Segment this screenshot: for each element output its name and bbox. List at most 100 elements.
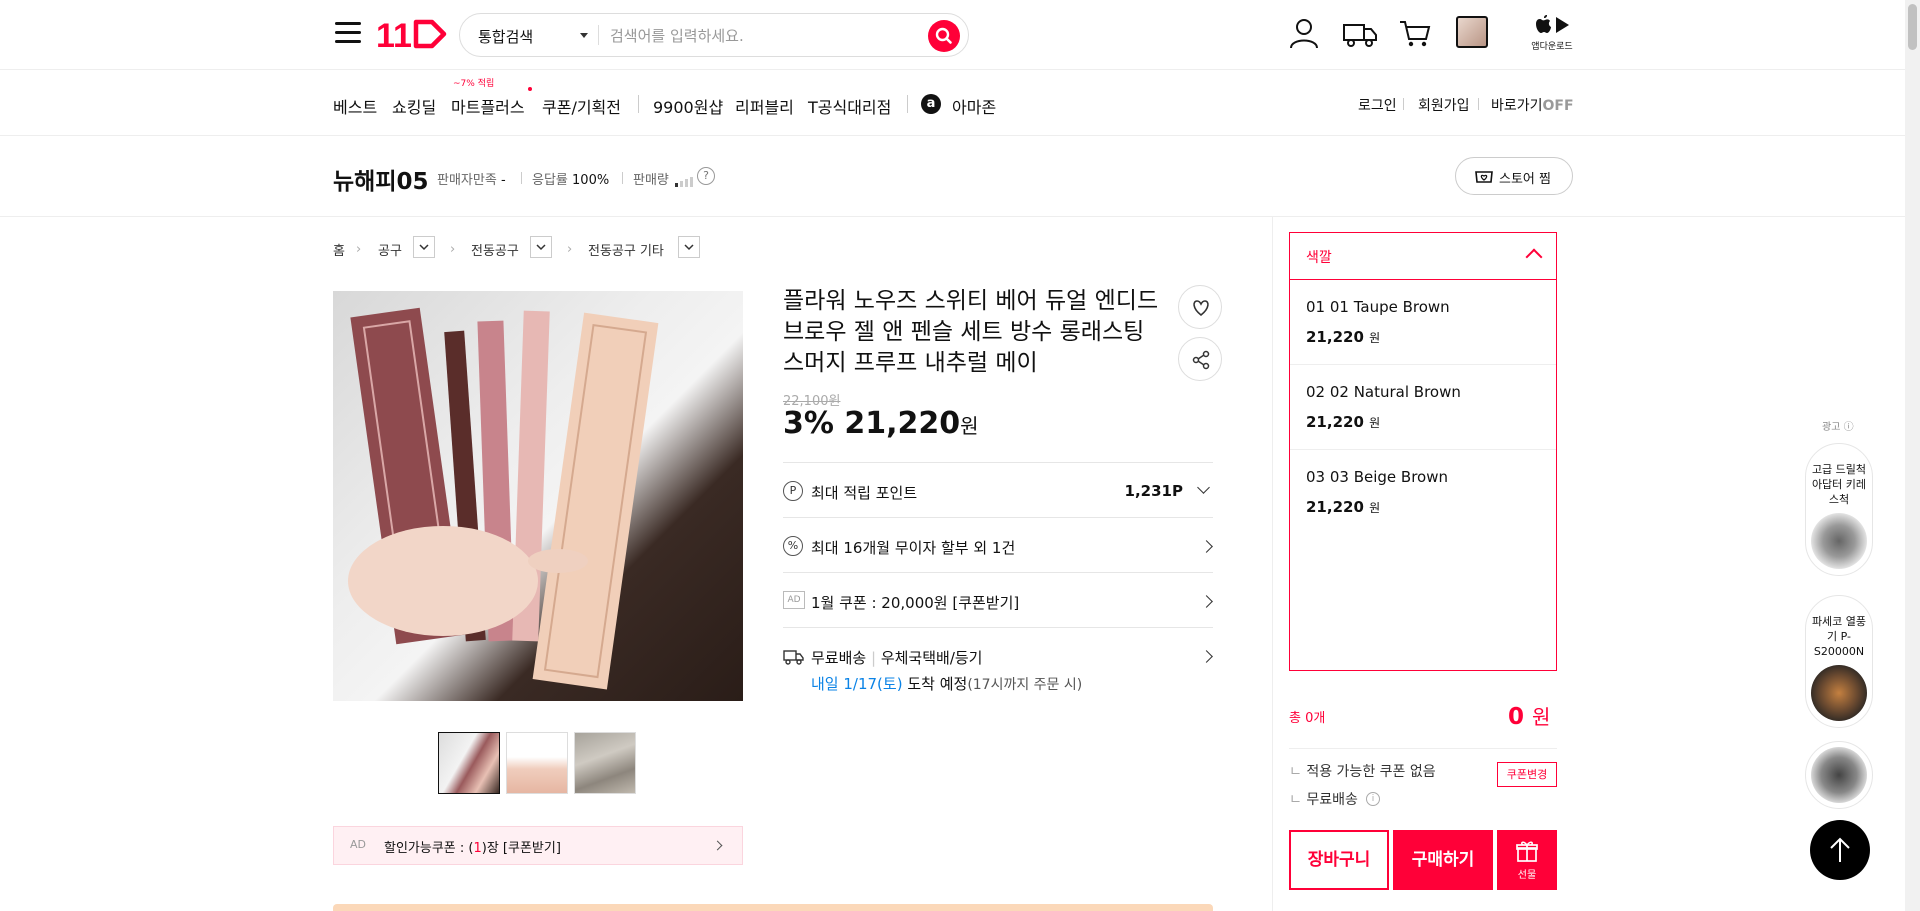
amazon-icon: a xyxy=(921,94,941,114)
gift-label: 선물 xyxy=(1517,870,1537,881)
shortcut-toggle[interactable]: 바로가기OFF xyxy=(1491,95,1574,115)
percent-icon: % xyxy=(783,536,803,556)
promo-banner-edge xyxy=(333,904,1213,911)
nav-item-shocking-deal[interactable]: 쇼킹딜 xyxy=(392,94,436,118)
brand-logo[interactable]: 11 xyxy=(376,16,448,55)
coupon-bar-suffix: )장 [쿠폰받기] xyxy=(481,841,561,856)
store-follow-label: 스토어 찜 xyxy=(1499,172,1551,187)
nav-item-coupon[interactable]: 쿠폰/기획전 xyxy=(542,94,621,118)
breadcrumb-home[interactable]: 홈 xyxy=(333,240,345,259)
breadcrumb-other[interactable]: 전동공구 기타 xyxy=(588,240,664,259)
option-name: 01 01 Taupe Brown xyxy=(1306,298,1450,316)
seller-name[interactable]: 뉴해피05 xyxy=(333,162,429,196)
option-item[interactable]: 03 03 Beige Brown 21,220 원 xyxy=(1290,450,1556,535)
delivery-truck-icon[interactable] xyxy=(1342,16,1378,50)
coupon-download-bar[interactable]: AD 할인가능쿠폰 : (1)장 [쿠폰받기] xyxy=(333,826,743,865)
scroll-top-button[interactable] xyxy=(1810,820,1870,880)
add-to-cart-button[interactable]: 장바구니 xyxy=(1289,830,1389,890)
nav-item-best[interactable]: 베스트 xyxy=(333,94,377,118)
meta-divider xyxy=(622,172,623,184)
option-name: 03 03 Beige Brown xyxy=(1306,468,1448,486)
monthly-coupon-row[interactable]: AD 1월 쿠폰 : 20,000원 [쿠폰받기] xyxy=(783,572,1213,627)
product-title: 플라워 노우즈 스위티 베어 듀얼 엔디드 브로우 젤 앤 펜슬 세트 방수 롱… xyxy=(783,288,1159,376)
column-divider xyxy=(1272,217,1273,911)
product-thumbnail[interactable] xyxy=(438,732,500,794)
login-link[interactable]: 로그인 xyxy=(1358,95,1397,115)
nav-item-t-agency[interactable]: T공식대리점 xyxy=(808,94,891,118)
coupon-count: 1 xyxy=(473,841,482,856)
breadcrumb-tools[interactable]: 공구 xyxy=(378,240,402,259)
info-icon[interactable]: i xyxy=(1366,792,1380,806)
chevron-right-icon: › xyxy=(356,242,362,257)
arrival-estimate: 내일 1/17(토) 도착 예정(17시까지 주문 시) xyxy=(811,673,1082,694)
app-download-button[interactable]: 앱다운로드 xyxy=(1530,14,1574,54)
nav-item-mart-plus[interactable]: 마트플러스 xyxy=(451,94,525,118)
shipping-row[interactable]: 무료배송 | 우체국택배/등기 내일 1/17(토) 도착 예정(17시까지 주… xyxy=(783,627,1213,707)
buy-now-button[interactable]: 구매하기 xyxy=(1393,830,1493,890)
search-button[interactable] xyxy=(928,20,960,52)
chevron-down-icon[interactable] xyxy=(580,33,588,38)
side-ad-image xyxy=(1811,665,1867,721)
breadcrumb-dropdown[interactable] xyxy=(413,236,435,258)
search-category-select[interactable]: 통합검색 xyxy=(478,26,533,47)
scrollbar-thumb[interactable] xyxy=(1908,4,1917,50)
seller-satisfaction: 판매자만족 - xyxy=(437,169,506,188)
product-thumbnail[interactable] xyxy=(574,732,636,794)
side-ad-image xyxy=(1811,747,1867,803)
nav-divider xyxy=(638,95,639,113)
ad-tag: AD xyxy=(783,591,805,609)
response-label: 응답률 xyxy=(532,173,568,188)
installment-row[interactable]: % 최대 16개월 무이자 할부 외 1건 xyxy=(783,517,1213,572)
product-main-image[interactable] xyxy=(333,291,743,701)
shortcut-label: 바로가기 xyxy=(1491,98,1543,114)
sales-label: 판매량 xyxy=(633,173,669,188)
wishlist-button[interactable] xyxy=(1178,285,1222,329)
store-follow-button[interactable]: 스토어 찜 xyxy=(1455,157,1573,195)
option-name: 02 02 Natural Brown xyxy=(1306,383,1461,401)
chevron-down-icon xyxy=(536,244,546,251)
category-nav: 베스트 쇼킹딜 마트플러스 ~7% 적립 쿠폰/기획전 9900원샵 리퍼블리 … xyxy=(0,70,1920,136)
logo-text: 11 xyxy=(376,17,412,52)
apple-play-icon xyxy=(1536,15,1569,33)
side-ad-card[interactable] xyxy=(1805,741,1873,809)
gift-icon xyxy=(1516,841,1538,862)
gift-button[interactable]: 선물 xyxy=(1497,830,1557,890)
share-button[interactable] xyxy=(1178,337,1222,381)
breadcrumb-dropdown[interactable] xyxy=(678,236,700,258)
discount-rate: 3% xyxy=(783,406,834,441)
search-bar: 통합검색 xyxy=(459,13,969,57)
truck-icon xyxy=(783,650,804,665)
nav-item-amazon[interactable]: 아마존 xyxy=(952,94,996,118)
sale-price: 21,220 xyxy=(844,406,961,441)
coupon-bar-prefix: 할인가능쿠폰 : ( xyxy=(384,841,474,856)
shipping-label: 무료배송 | 우체국택배/등기 xyxy=(811,649,983,667)
user-icon[interactable] xyxy=(1287,16,1321,50)
total-count: 총 0개 xyxy=(1289,711,1326,726)
breadcrumb-power-tools[interactable]: 전동공구 xyxy=(471,240,519,259)
arrival-text: 도착 예정 xyxy=(907,675,968,693)
side-ad-card[interactable]: 파세코 열풍기 P-S20000N xyxy=(1805,595,1873,728)
satisfaction-value: - xyxy=(500,173,506,188)
search-input[interactable] xyxy=(610,24,910,48)
option-item[interactable]: 01 01 Taupe Brown 21,220 원 xyxy=(1290,280,1556,365)
option-select-header[interactable]: 색깔 xyxy=(1290,233,1556,280)
nav-item-refurbly[interactable]: 리퍼블리 xyxy=(735,94,794,118)
product-thumbnail[interactable] xyxy=(506,732,568,794)
menu-icon[interactable] xyxy=(335,20,361,44)
nav-item-9900[interactable]: 9900원샵 xyxy=(653,94,723,118)
scrollbar[interactable] xyxy=(1905,0,1920,911)
cart-icon[interactable] xyxy=(1398,16,1432,50)
help-icon[interactable]: ? xyxy=(697,167,715,185)
side-ad-text: 고급 드릴척 아답터 키레스척 xyxy=(1811,463,1867,506)
option-item[interactable]: 02 02 Natural Brown 21,220 원 xyxy=(1290,365,1556,450)
breadcrumb-dropdown[interactable] xyxy=(530,236,552,258)
side-ad-card[interactable]: 고급 드릴척 아답터 키레스척 xyxy=(1805,443,1873,576)
mart-plus-badge: ~7% 적립 xyxy=(453,79,495,89)
side-ad-text: 파세코 열풍기 P-S20000N xyxy=(1811,615,1867,658)
chevron-up-icon xyxy=(1525,248,1543,266)
signup-link[interactable]: 회원가입 xyxy=(1418,95,1470,115)
coupon-change-button[interactable]: 쿠폰변경 xyxy=(1497,762,1557,787)
points-row[interactable]: P 최대 적립 포인트 1,231P xyxy=(783,462,1213,517)
option-panel: 색깔 01 01 Taupe Brown 21,220 원 02 02 Natu… xyxy=(1289,232,1557,671)
recent-view-thumbnail[interactable] xyxy=(1456,16,1488,48)
